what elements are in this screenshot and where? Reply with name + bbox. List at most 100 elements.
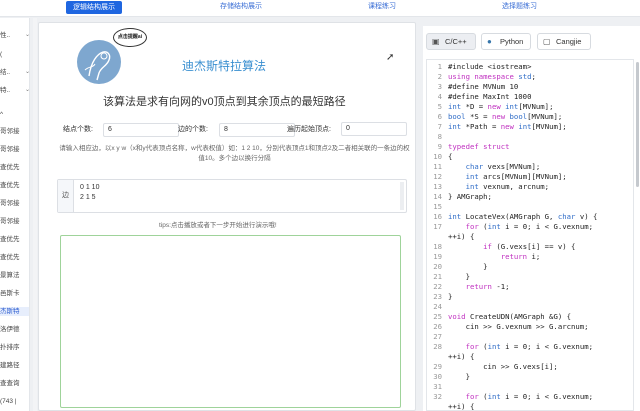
line-number: 18 [433, 242, 442, 251]
chevron-down-icon: ⌄ [25, 87, 30, 93]
edge-count-label: 边的个数: [178, 126, 208, 133]
start-vertex-input[interactable]: 0 [341, 122, 407, 136]
sidebar-item[interactable]: 哥邻接 [0, 199, 20, 208]
python-icon: ● [487, 37, 492, 46]
sidebar-item[interactable]: 邑斯卡 [0, 289, 20, 298]
line-number: 1 [437, 62, 442, 71]
sidebar-item[interactable]: 景算法 [0, 271, 20, 280]
sidebar-item[interactable]: ( [0, 50, 2, 59]
code-line: 13 int vexnum, arcnum; [427, 182, 633, 192]
code-text: char vexs[MVNum]; [465, 162, 541, 171]
tab-course-practice[interactable]: 课程练习 [368, 1, 396, 13]
line-number: 31 [433, 382, 442, 391]
lang-button-python[interactable]: ● Python [481, 33, 531, 50]
line-number: 27 [433, 332, 442, 341]
line-number: 11 [433, 162, 442, 171]
code-line: 11 char vexs[MVNum]; [427, 162, 633, 172]
logo-avatar [77, 40, 121, 84]
edge-count-input[interactable]: 8 [219, 123, 295, 137]
code-line: 27 [427, 332, 633, 342]
code-line: 18 if (G.vexs[i] == v) { [427, 242, 633, 252]
sidebar-item[interactable]: 查优先 [0, 235, 20, 244]
sidebar-item[interactable]: 查优先 [0, 181, 20, 190]
line-number: 26 [433, 322, 442, 331]
sidebar-scrollbar[interactable] [33, 18, 37, 411]
code-line: 28 for (int i = 0; i < G.vexnum; [427, 342, 633, 352]
code-line: 21 } [427, 272, 633, 282]
ai-hint-bubble[interactable]: 点击提醒ai [113, 28, 147, 47]
code-text: return i; [500, 252, 541, 261]
top-nav: 逻辑结构展示 存储结构展示 课程练习 选择题练习 [0, 0, 640, 17]
code-line: 22 return -1; [427, 282, 633, 292]
line-number: 6 [437, 112, 442, 121]
edge-input-box[interactable]: 边 0 1 10 2 1 5 [57, 179, 407, 213]
code-text: #define MaxInt 1000 [448, 92, 532, 101]
edge-input-prefix: 边 [58, 180, 74, 212]
line-number: 29 [433, 362, 442, 371]
code-line: 5 int *D = new int[MVNum]; [427, 102, 633, 112]
code-text: return -1; [465, 282, 510, 291]
code-line: 2 using namespace std; [427, 72, 633, 82]
edge-textarea[interactable]: 0 1 10 2 1 5 [80, 183, 99, 203]
tab-quiz-practice[interactable]: 选择题练习 [502, 1, 537, 13]
line-number: 8 [437, 132, 442, 141]
code-line: 9 typedef struct [427, 142, 633, 152]
code-scrollbar[interactable] [636, 62, 639, 187]
code-text: using namespace std; [448, 72, 536, 81]
line-number: 7 [437, 122, 442, 131]
sidebar-item[interactable]: 查优先 [0, 163, 20, 172]
input-hint: 请输入相应边，以x y w（x和y代表顶点名称，w代表权值）如：1 2 10，分… [59, 145, 410, 162]
line-number: 15 [433, 202, 442, 211]
mouse-cursor-icon: ➚ [386, 52, 395, 63]
sidebar-item[interactable]: 特.. [0, 86, 10, 95]
sidebar-item[interactable]: 哥邻接 [0, 217, 20, 226]
start-vertex-label: 遍历起始顶点: [287, 126, 331, 133]
line-number: 25 [433, 312, 442, 321]
line-number: 24 [433, 302, 442, 311]
sidebar-item[interactable]: (743 | [0, 397, 17, 406]
lang-button-cpp[interactable]: ▣ C/C++ [426, 33, 476, 50]
code-text: cin >> G.vexs[i]; [448, 362, 558, 371]
code-text: ++i) { [448, 232, 475, 241]
edge-textarea-scrollbar[interactable] [400, 182, 404, 210]
sidebar-item[interactable]: 哥邻接 [0, 127, 20, 136]
sidebar-item[interactable]: 哥邻接 [0, 145, 20, 154]
lang-label: C/C++ [445, 37, 467, 46]
code-text: #define MVNum 10 [448, 82, 519, 91]
line-number: 13 [433, 182, 442, 191]
line-number: 19 [433, 252, 442, 261]
code-text: bool *S = new bool[MVNum]; [448, 112, 563, 121]
main-panel: 点击提醒ai 迪杰斯特拉算法 该算法是求有向网的v0顶点到其余顶点的最短路径 结… [38, 22, 416, 411]
code-text: int *Path = new int[MVNum]; [448, 122, 567, 131]
vertex-count-input[interactable]: 6 [103, 123, 179, 137]
code-text: for (int i = 0; i < G.vexnum; [465, 392, 594, 401]
lang-button-cangjie[interactable]: ▢ Cangjie [537, 33, 591, 50]
tab-logical-structure[interactable]: 逻辑结构展示 [66, 1, 122, 14]
code-line: ++i) { [427, 232, 633, 242]
sidebar-item-dijkstra[interactable]: 杰斯特 [0, 307, 29, 316]
code-viewer[interactable]: 1 #include <iostream> 2 using namespace std… [426, 59, 634, 411]
line-number: 4 [437, 92, 442, 101]
code-line: 10 { [427, 152, 633, 162]
sidebar-item[interactable]: 性.. [0, 31, 10, 40]
sidebar-item[interactable]: 查优先 [0, 253, 20, 262]
code-text: } [448, 372, 470, 381]
sidebar-item[interactable]: 建路径 [0, 361, 20, 370]
visualization-canvas[interactable] [60, 235, 401, 408]
lang-label: Cangjie [556, 37, 582, 46]
code-text: } [448, 292, 453, 301]
code-text: ++i) { [448, 402, 475, 411]
line-number: 28 [433, 342, 442, 351]
code-line: 24 [427, 302, 633, 312]
tab-storage-structure[interactable]: 存储结构展示 [220, 1, 262, 13]
code-text: int vexnum, arcnum; [465, 182, 550, 191]
lang-label: Python [500, 37, 524, 46]
sidebar-item[interactable]: 结.. [0, 68, 10, 77]
code-text: ++i) { [448, 352, 475, 361]
sidebar-item[interactable]: ^ [0, 110, 3, 119]
sidebar-item[interactable]: 查查询 [0, 379, 20, 388]
sidebar-item[interactable]: 洛伊德 [0, 325, 20, 334]
line-number: 21 [433, 272, 442, 281]
sidebar-item[interactable]: 扑排序 [0, 343, 20, 352]
code-text: } [448, 272, 470, 281]
